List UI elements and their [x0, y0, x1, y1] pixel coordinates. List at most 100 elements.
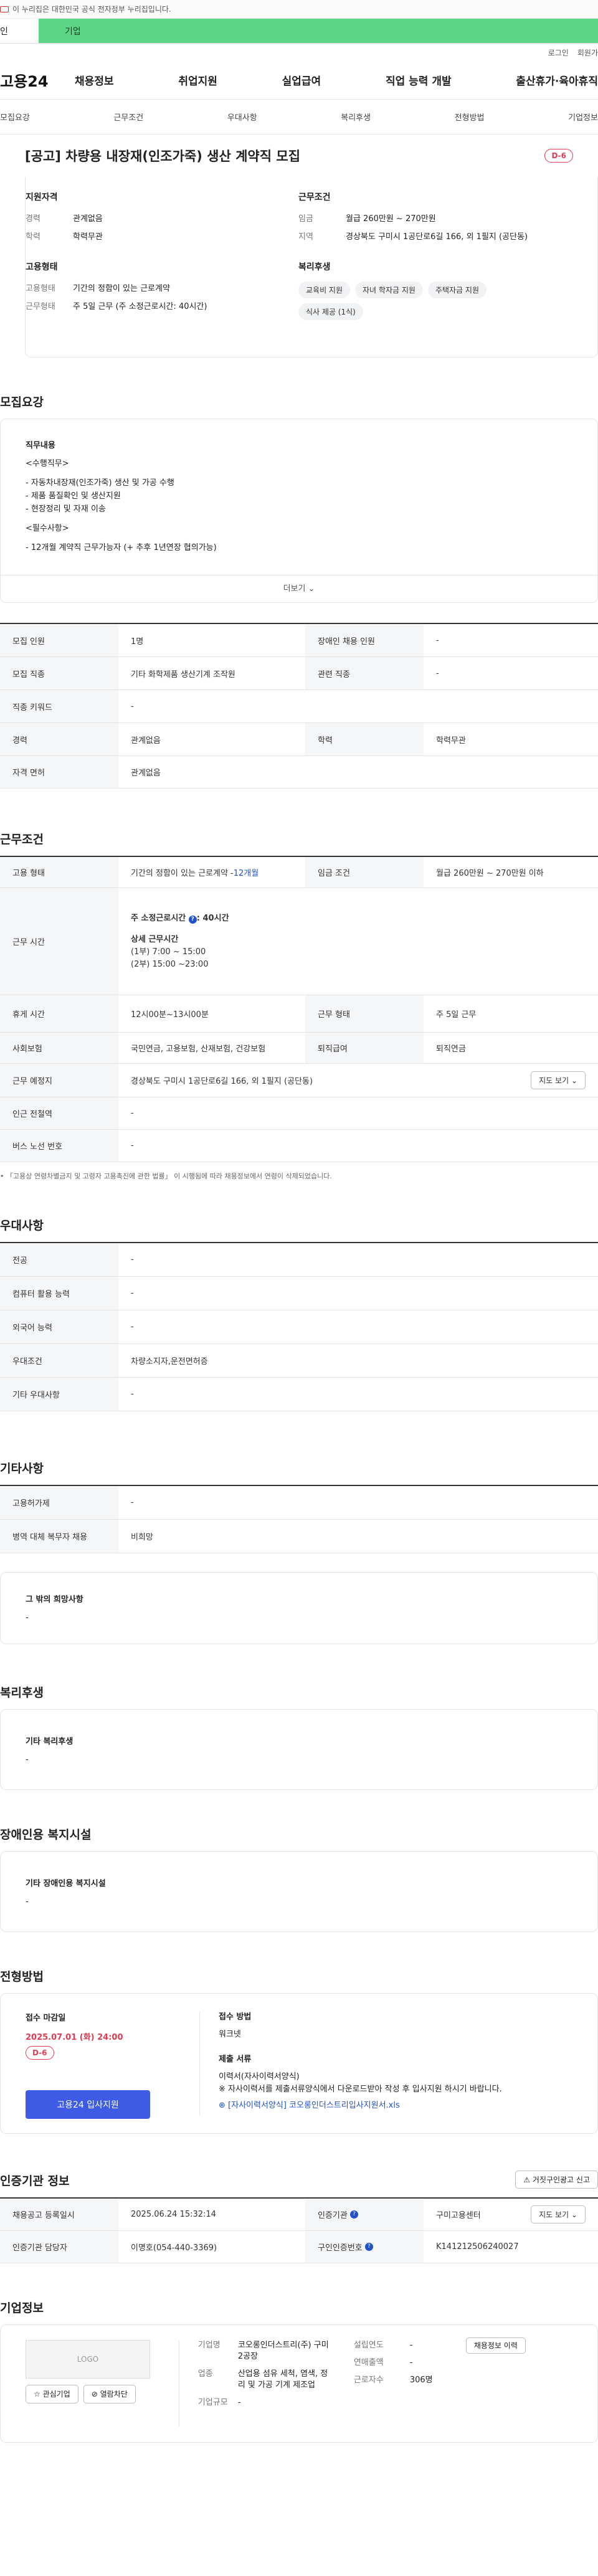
tab-company[interactable]: 기업 [39, 19, 598, 43]
welfare-box-value: - [26, 1755, 29, 1764]
work-hours-label: 주 소정근로시간 [131, 913, 186, 923]
job-desc-title: 직무내용 [26, 441, 55, 450]
anchor-preference[interactable]: 우대사항 [227, 111, 257, 123]
anchor-process[interactable]: 전형방법 [455, 111, 485, 123]
chevron-down-icon: ⌄ [308, 584, 315, 594]
td: - [436, 668, 439, 678]
etc-box-value: - [26, 1613, 29, 1622]
td: 이명호(054-440-3369) [131, 2243, 217, 2253]
preference-table: 전공 - 컴퓨터 활용 능력 - 외국어 능력 - 우대조건 차량소지자,운전면허증 기… [0, 1242, 598, 1411]
emp-type-key: 고용형태 [26, 284, 55, 293]
section-conditions-title: 근무조건 [0, 833, 44, 846]
page-title: [공고] 차량용 내장재(인조가죽) 생산 계약직 모집 [25, 149, 301, 164]
login-link[interactable]: 로그인 [548, 47, 569, 58]
td: 관계없음 [131, 769, 161, 778]
job-history-label: 채용정보 이력 [473, 2341, 518, 2350]
agency-map-label: 지도 보기 [539, 2210, 569, 2219]
job-desc-line: <수행직무> [26, 459, 69, 468]
report-button[interactable]: ⚠ 거짓구인광고 신고 [515, 2171, 598, 2189]
gnb-employment-support[interactable]: 취업지원 [178, 72, 217, 88]
td: 관계없음 [131, 736, 161, 746]
site-logo[interactable]: 고용24 [0, 69, 75, 91]
apply-label: 고용24 입사지원 [57, 2100, 119, 2110]
qual-edu-key: 학력 [26, 232, 40, 242]
job-title-row: [공고] 차량용 내장재(인조가죽) 생산 계약직 모집 D-6 [0, 135, 598, 177]
apply-button[interactable]: 고용24 입사지원 [26, 2090, 150, 2119]
anchor-welfare[interactable]: 복리후생 [341, 111, 371, 123]
anchor-conditions[interactable]: 근무조건 [113, 111, 143, 123]
td: 비희망 [131, 1533, 153, 1542]
anchor-recruit[interactable]: 모집요강 [0, 111, 30, 123]
map-button[interactable]: 지도 보기 ⌄ [531, 1071, 586, 1089]
job-desc-line: - 12개월 계약직 근무가능자 (+ 추후 1년연장 협의가능) [26, 543, 217, 552]
welfare-title: 복리후생 [298, 262, 331, 272]
job-desc-line: - 제품 품질확인 및 생산지원 [26, 491, 121, 501]
td: - [131, 1498, 134, 1507]
docs-line: 이력서(자사이력서양식) [219, 2072, 300, 2081]
th: 경력 [0, 723, 118, 755]
more-button[interactable]: 더보기 ⌄ [1, 575, 597, 602]
section-company-title: 기업정보 [0, 2301, 44, 2315]
info-icon[interactable]: ? [349, 2210, 358, 2218]
disabled-box: 기타 장애인용 복지시설 - [0, 1851, 598, 1932]
report-icon: ⚠ [523, 2176, 531, 2184]
td: 12시00분~13시00분 [131, 1010, 209, 1020]
emp-type: 기간의 정함이 있는 근로계약 [73, 284, 170, 293]
th: 직종 키워드 [0, 690, 118, 722]
gnb-parental-leave[interactable]: 출산휴가·육아휴직 [516, 72, 598, 88]
th: 인증기관 ? [305, 2199, 424, 2230]
td: 월급 260만원 ~ 270만원 이하 [436, 869, 544, 878]
file-icon: ⊕ [219, 2101, 225, 2110]
cond-region: 경상북도 구미시 1공단로6길 166, 외 1필지 (공단동) [346, 232, 528, 242]
th: 고용 형태 [0, 857, 118, 888]
anchor-company[interactable]: 기업정보 [568, 111, 598, 123]
th: 퇴직급여 [305, 1033, 424, 1063]
info-icon[interactable]: ? [188, 915, 197, 924]
td: 2025.06.24 15:32:14 [131, 2210, 216, 2219]
company-name-key: 기업명 [197, 2341, 221, 2350]
th: 구인인증번호 ? [305, 2231, 424, 2263]
th: 근무 시간 [0, 888, 118, 995]
section-process-title: 전형방법 [0, 1970, 44, 1984]
gnb-training[interactable]: 직업 능력 개발 [386, 72, 452, 88]
more-label: 더보기 [283, 584, 306, 594]
th: 사회보험 [0, 1033, 118, 1063]
block-label: 열람차단 [100, 2390, 128, 2398]
company-size-key: 기업규모 [197, 2398, 228, 2407]
qual-career-key: 경력 [26, 214, 40, 224]
favorite-button[interactable]: ☆ 관심기업 [26, 2385, 78, 2403]
th: 근무 예정지 [0, 1064, 118, 1097]
job-desc-line: - 자동차내장재(인조가죽) 생산 및 가공 수행 [26, 478, 174, 488]
signup-link[interactable]: 회원가 [577, 47, 598, 58]
gnb-unemployment[interactable]: 실업급여 [282, 72, 321, 88]
job-history-button[interactable]: 채용정보 이력 [465, 2337, 526, 2354]
agency-map-button[interactable]: 지도 보기 ⌄ [531, 2205, 586, 2223]
job-desc-line: - 현장정리 및 자재 이송 [26, 504, 106, 514]
deadline-title: 접수 마감일 [26, 2014, 66, 2023]
dday-badge: D-6 [544, 149, 573, 163]
th: 고용허가제 [0, 1486, 118, 1519]
etc-box-title: 그 밖의 희망사항 [26, 1595, 83, 1604]
tab-individual[interactable]: 인 [0, 19, 39, 43]
th: 전공 [0, 1243, 118, 1276]
td: 국민연금, 고용보험, 산재보험, 건강보험 [131, 1044, 266, 1054]
td: - [131, 1255, 134, 1264]
emp-type-value: 기간의 정함이 있는 근로계약 - [131, 869, 234, 878]
work-place: 경상북도 구미시 1공단로6길 166, 외 1필지 (공단동) [131, 1077, 313, 1086]
employees-key: 근로자수 [353, 2375, 384, 2385]
block-button[interactable]: ⊘ 열람차단 [83, 2385, 136, 2403]
info-icon[interactable]: ? [364, 2243, 373, 2251]
gnb-jobs[interactable]: 채용정보 [75, 72, 114, 88]
td: - [131, 701, 134, 711]
company-box: LOGO ☆ 관심기업 ⊘ 열람차단 기업명 코오롱인더스트리(주) 구미2공장 업… [0, 2324, 598, 2443]
file-link[interactable]: ⊕ [자사이력서양식] 코오롱인더스트리입사지원서.xls [219, 2100, 502, 2112]
td: 기간의 정함이 있는 근로계약 - 12개월 [118, 857, 305, 888]
disabled-box-value: - [26, 1897, 29, 1906]
td: 퇴직연금 [436, 1044, 466, 1054]
company-size: - [237, 2398, 241, 2407]
th: 컴퓨터 활용 능력 [0, 1277, 118, 1310]
sales-key: 연매출액 [353, 2358, 384, 2367]
emp-form: 주 5일 근무 (주 소정근로시간: 40시간) [73, 302, 207, 311]
cond-pay-key: 임금 [298, 214, 313, 224]
td: - [131, 1109, 134, 1118]
